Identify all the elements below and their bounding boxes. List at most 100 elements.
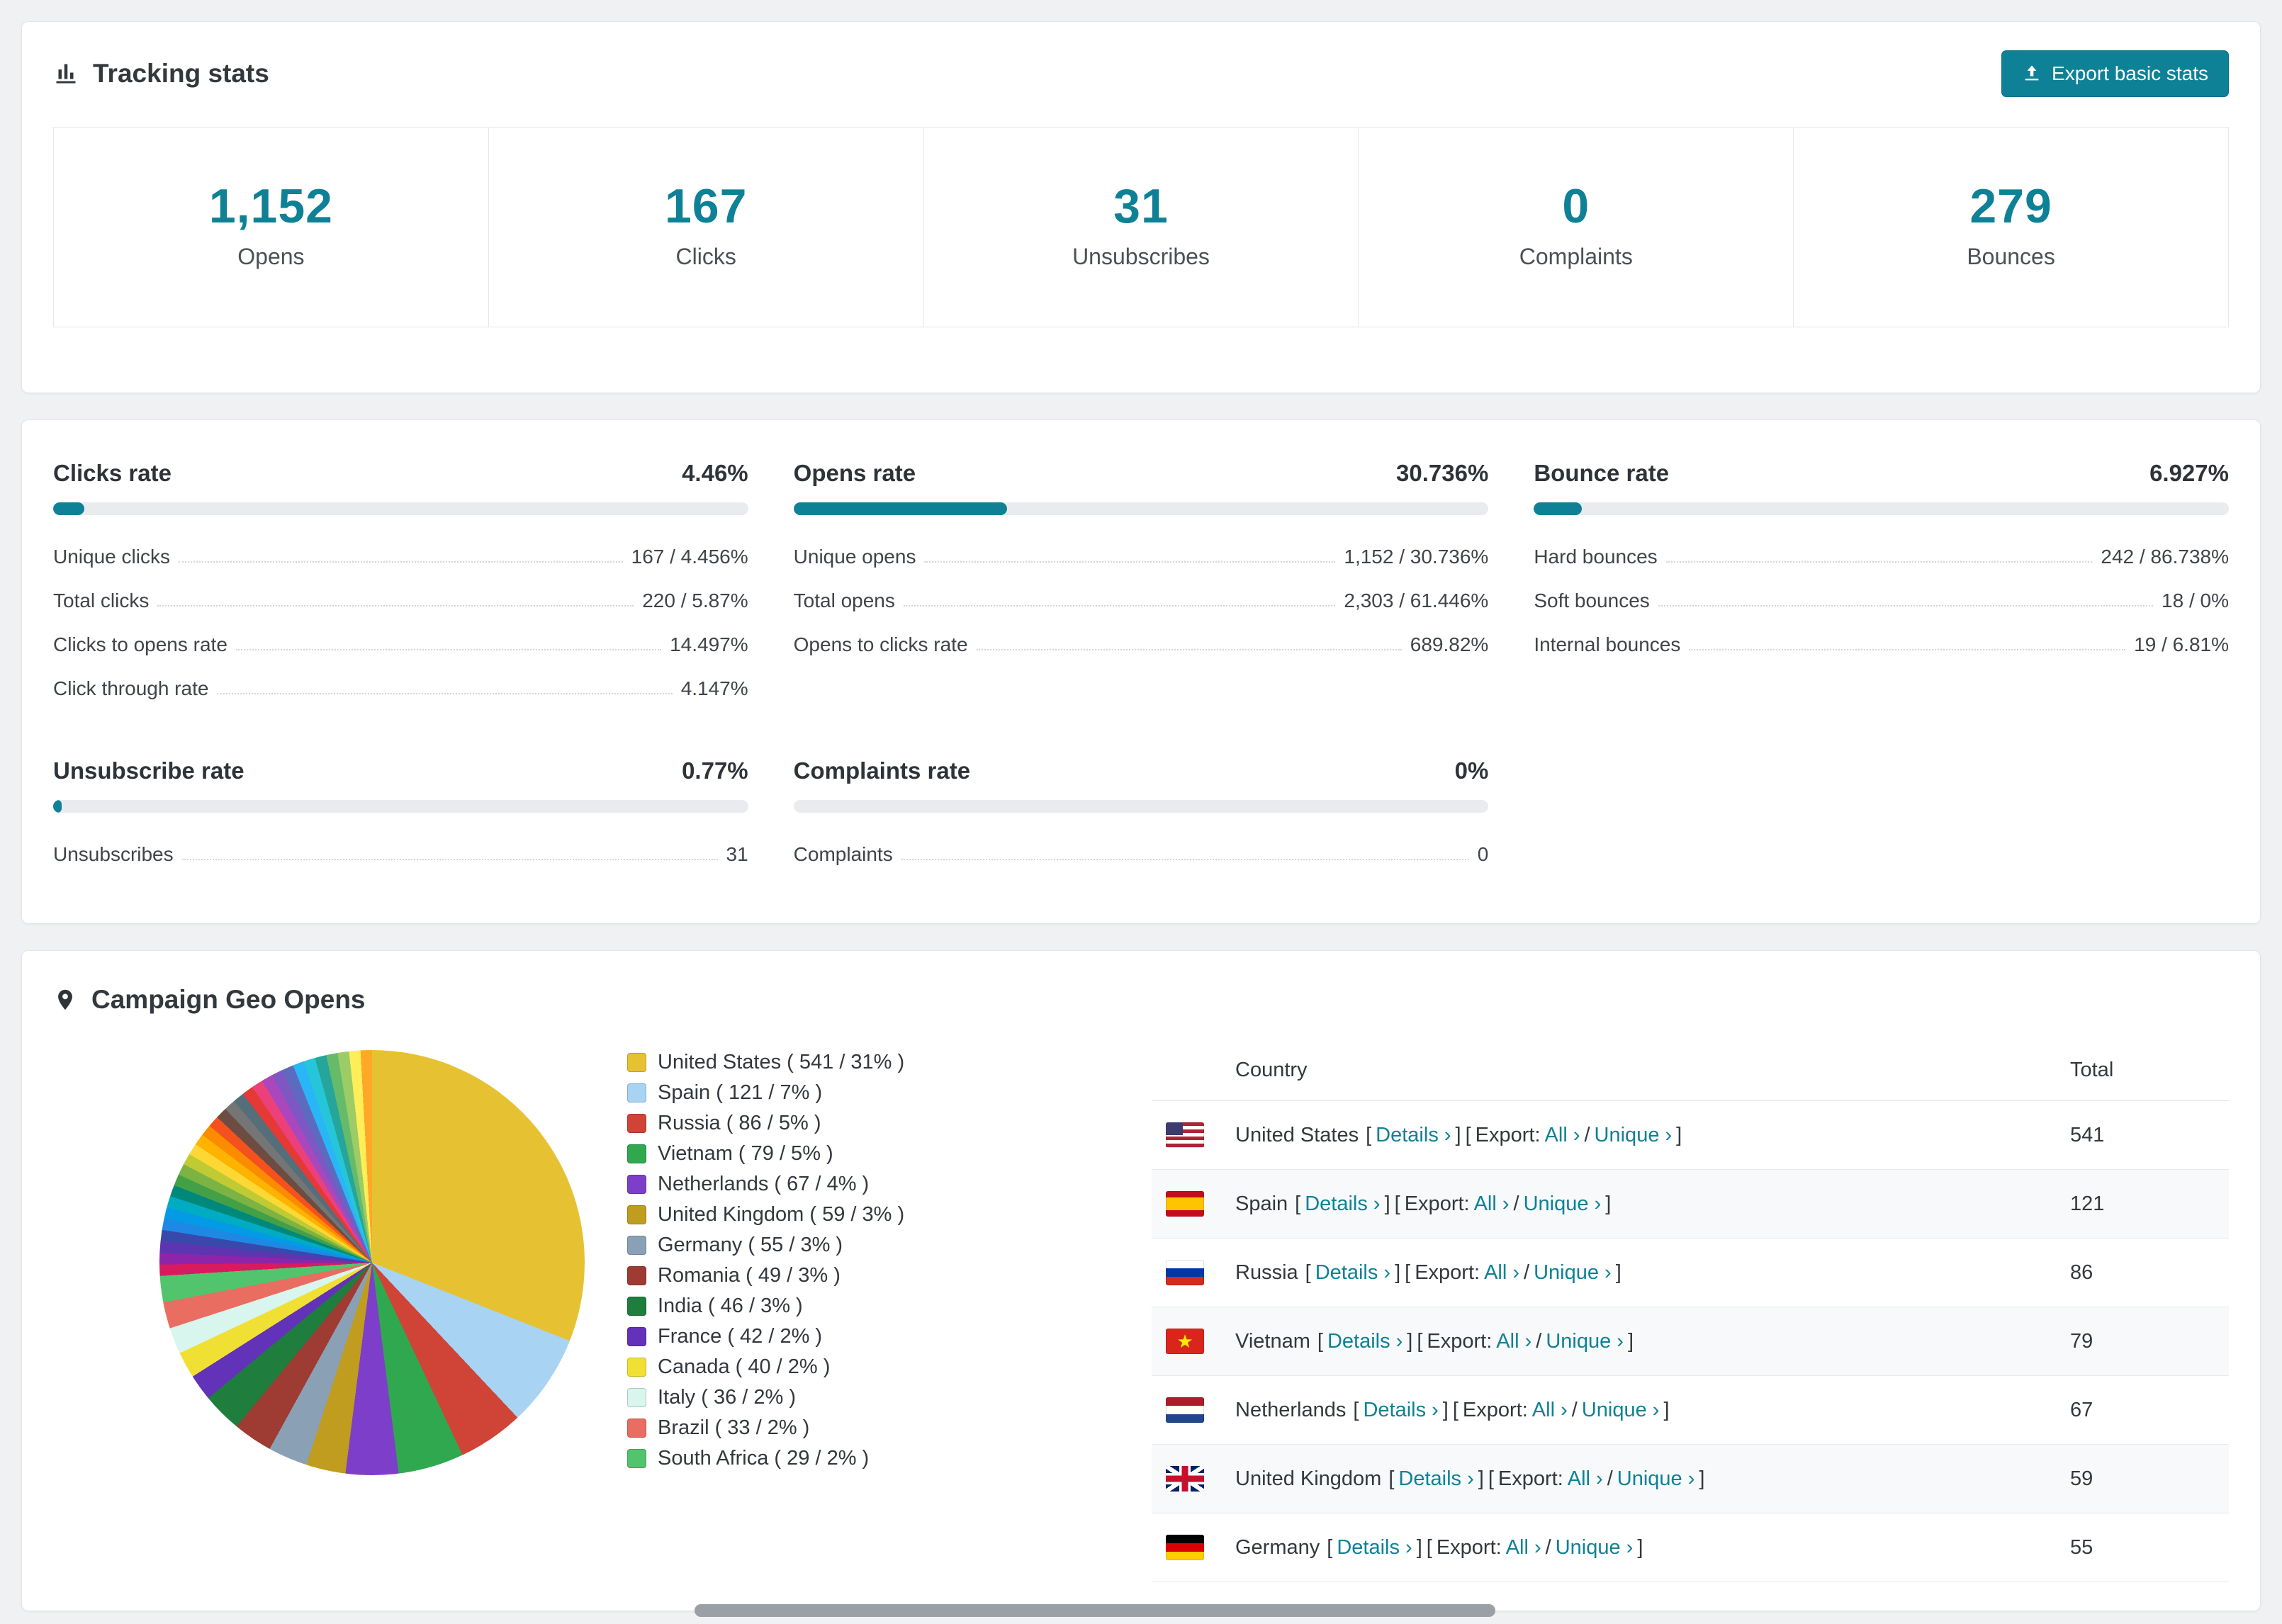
details-link[interactable]: Details › bbox=[1363, 1399, 1438, 1421]
export-all-link[interactable]: All › bbox=[1545, 1124, 1580, 1146]
bracket: ] bbox=[1478, 1467, 1484, 1490]
geo-opens-card: Campaign Geo Opens United States ( 541 /… bbox=[21, 950, 2261, 1611]
export-unique-link[interactable]: Unique › bbox=[1617, 1467, 1695, 1490]
dotted-leader bbox=[217, 693, 673, 694]
progress-bar-fill bbox=[53, 502, 84, 515]
legend-swatch bbox=[627, 1114, 646, 1133]
geo-table-body: United States[Details ›][Export: All › / Un… bbox=[1152, 1101, 2229, 1582]
legend-swatch bbox=[627, 1388, 646, 1407]
rate-row-value: 18 / 0% bbox=[2162, 590, 2229, 611]
legend-swatch bbox=[627, 1327, 646, 1346]
rate-block-opens-rate: Opens rate 30.736% Unique opens 1,152 / 30.… bbox=[793, 460, 1489, 711]
geo-opens-pie-chart[interactable] bbox=[159, 1050, 585, 1475]
progress-bar-fill bbox=[1534, 502, 1583, 515]
legend-item: Spain ( 121 / 7% ) bbox=[627, 1078, 1024, 1108]
details-link[interactable]: Details › bbox=[1337, 1536, 1412, 1559]
country-cell: Netherlands[Details ›][Export: All › / Uniq… bbox=[1152, 1376, 2070, 1444]
export-unique-link[interactable]: Unique › bbox=[1524, 1192, 1602, 1215]
rate-value: 4.46% bbox=[682, 460, 748, 486]
flag-vn-icon bbox=[1166, 1329, 1204, 1354]
geo-opens-table: Country Total United States[Details ›][E… bbox=[1152, 1040, 2229, 1582]
horizontal-scrollbar[interactable] bbox=[695, 1604, 1495, 1617]
rate-row-value: 689.82% bbox=[1410, 633, 1489, 655]
rate-row: Unique opens 1,152 / 30.736% bbox=[794, 535, 1489, 579]
rate-value: 6.927% bbox=[2149, 460, 2229, 486]
export-unique-link[interactable]: Unique › bbox=[1546, 1330, 1624, 1353]
map-pin-icon bbox=[53, 988, 77, 1012]
dotted-leader bbox=[1665, 561, 2093, 563]
total-cell: 79 bbox=[2070, 1329, 2093, 1353]
export-all-link[interactable]: All › bbox=[1506, 1536, 1541, 1559]
legend-item: United States ( 541 / 31% ) bbox=[627, 1047, 1024, 1078]
details-link[interactable]: Details › bbox=[1327, 1330, 1403, 1353]
legend-label: Vietnam ( 79 / 5% ) bbox=[658, 1142, 833, 1165]
bar-chart-icon bbox=[53, 61, 79, 86]
legend-label: United States ( 541 / 31% ) bbox=[658, 1051, 905, 1073]
stat-label: Unsubscribes bbox=[1072, 244, 1210, 269]
legend-item: South Africa ( 29 / 2% ) bbox=[627, 1443, 1024, 1474]
export-prefix: Export: bbox=[1475, 1123, 1541, 1146]
export-unique-link[interactable]: Unique › bbox=[1582, 1399, 1660, 1421]
legend-item: Brazil ( 33 / 2% ) bbox=[627, 1413, 1024, 1443]
rate-row: Total opens 2,303 / 61.446% bbox=[794, 579, 1489, 623]
rate-value: 0% bbox=[1454, 757, 1489, 784]
rate-row-label: Unique opens bbox=[793, 546, 916, 568]
export-unique-link[interactable]: Unique › bbox=[1534, 1261, 1612, 1284]
dotted-leader bbox=[976, 649, 1402, 650]
export-all-link[interactable]: All › bbox=[1532, 1399, 1568, 1421]
dotted-leader bbox=[901, 859, 1469, 860]
total-cell: 59 bbox=[2070, 1467, 2093, 1490]
rate-row: Opens to clicks rate 689.82% bbox=[794, 623, 1489, 667]
progress-bar bbox=[53, 800, 748, 813]
rate-head: Opens rate 30.736% bbox=[794, 460, 1489, 487]
geo-opens-title: Campaign Geo Opens bbox=[53, 985, 2229, 1015]
geo-opens-title-text: Campaign Geo Opens bbox=[91, 985, 366, 1014]
country-name: United Kingdom bbox=[1235, 1467, 1382, 1490]
rate-title: Bounce rate bbox=[1534, 460, 1670, 486]
dotted-leader bbox=[157, 605, 634, 607]
export-all-link[interactable]: All › bbox=[1496, 1330, 1531, 1353]
legend-swatch bbox=[627, 1358, 646, 1377]
legend-label: Brazil ( 33 / 2% ) bbox=[658, 1416, 810, 1439]
details-link[interactable]: Details › bbox=[1305, 1192, 1380, 1215]
progress-bar-fill bbox=[793, 502, 1008, 515]
rate-block-bounce-rate: Bounce rate 6.927% Hard bounces 242 / 86.73… bbox=[1534, 460, 2229, 711]
link-separator: / bbox=[1571, 1398, 1578, 1421]
bracket: ] bbox=[1395, 1261, 1401, 1284]
country-links: [Details ›][Export: All › / Unique ›] bbox=[1305, 1261, 1626, 1285]
total-cell: 67 bbox=[2070, 1398, 2093, 1421]
dotted-leader bbox=[181, 859, 718, 860]
bracket: ] bbox=[1605, 1192, 1612, 1215]
rate-row: Unsubscribes 31 bbox=[53, 833, 748, 876]
tracking-stats-header: Tracking stats Export basic stats bbox=[22, 22, 2260, 127]
export-all-link[interactable]: All › bbox=[1568, 1467, 1603, 1490]
export-basic-stats-label: Export basic stats bbox=[2052, 62, 2208, 84]
export-all-link[interactable]: All › bbox=[1474, 1192, 1510, 1215]
export-unique-link[interactable]: Unique › bbox=[1556, 1536, 1634, 1559]
export-prefix: Export: bbox=[1404, 1192, 1470, 1215]
legend-item: France ( 42 / 2% ) bbox=[627, 1321, 1024, 1352]
legend-item: India ( 46 / 3% ) bbox=[627, 1291, 1024, 1321]
details-link[interactable]: Details › bbox=[1376, 1124, 1451, 1146]
dotted-leader bbox=[235, 649, 662, 650]
legend-item: Canada ( 40 / 2% ) bbox=[627, 1352, 1024, 1382]
details-link[interactable]: Details › bbox=[1398, 1467, 1473, 1490]
bracket: ] bbox=[1663, 1398, 1670, 1421]
total-cell: 86 bbox=[2070, 1261, 2093, 1284]
progress-bar bbox=[53, 502, 748, 515]
export-unique-link[interactable]: Unique › bbox=[1595, 1124, 1673, 1146]
legend-label: South Africa ( 29 / 2% ) bbox=[658, 1447, 870, 1470]
legend-item: Vietnam ( 79 / 5% ) bbox=[627, 1139, 1024, 1169]
details-link[interactable]: Details › bbox=[1315, 1261, 1390, 1284]
bracket: ] bbox=[1637, 1535, 1643, 1559]
rate-row: Internal bounces 19 / 6.81% bbox=[1534, 623, 2229, 667]
country-cell: Germany[Details ›][Export: All › / Unique ›… bbox=[1152, 1513, 2070, 1581]
stat-box-complaints: 0 Complaints bbox=[1358, 127, 1794, 327]
bracket: [ bbox=[1452, 1398, 1458, 1421]
link-separator: / bbox=[1536, 1329, 1542, 1353]
total-cell: 55 bbox=[2070, 1535, 2093, 1559]
export-basic-stats-button[interactable]: Export basic stats bbox=[2001, 50, 2229, 97]
export-all-link[interactable]: All › bbox=[1484, 1261, 1519, 1284]
bracket: [ bbox=[1353, 1398, 1359, 1421]
geo-table-row: Netherlands[Details ›][Export: All › / Uniq… bbox=[1152, 1376, 2229, 1445]
